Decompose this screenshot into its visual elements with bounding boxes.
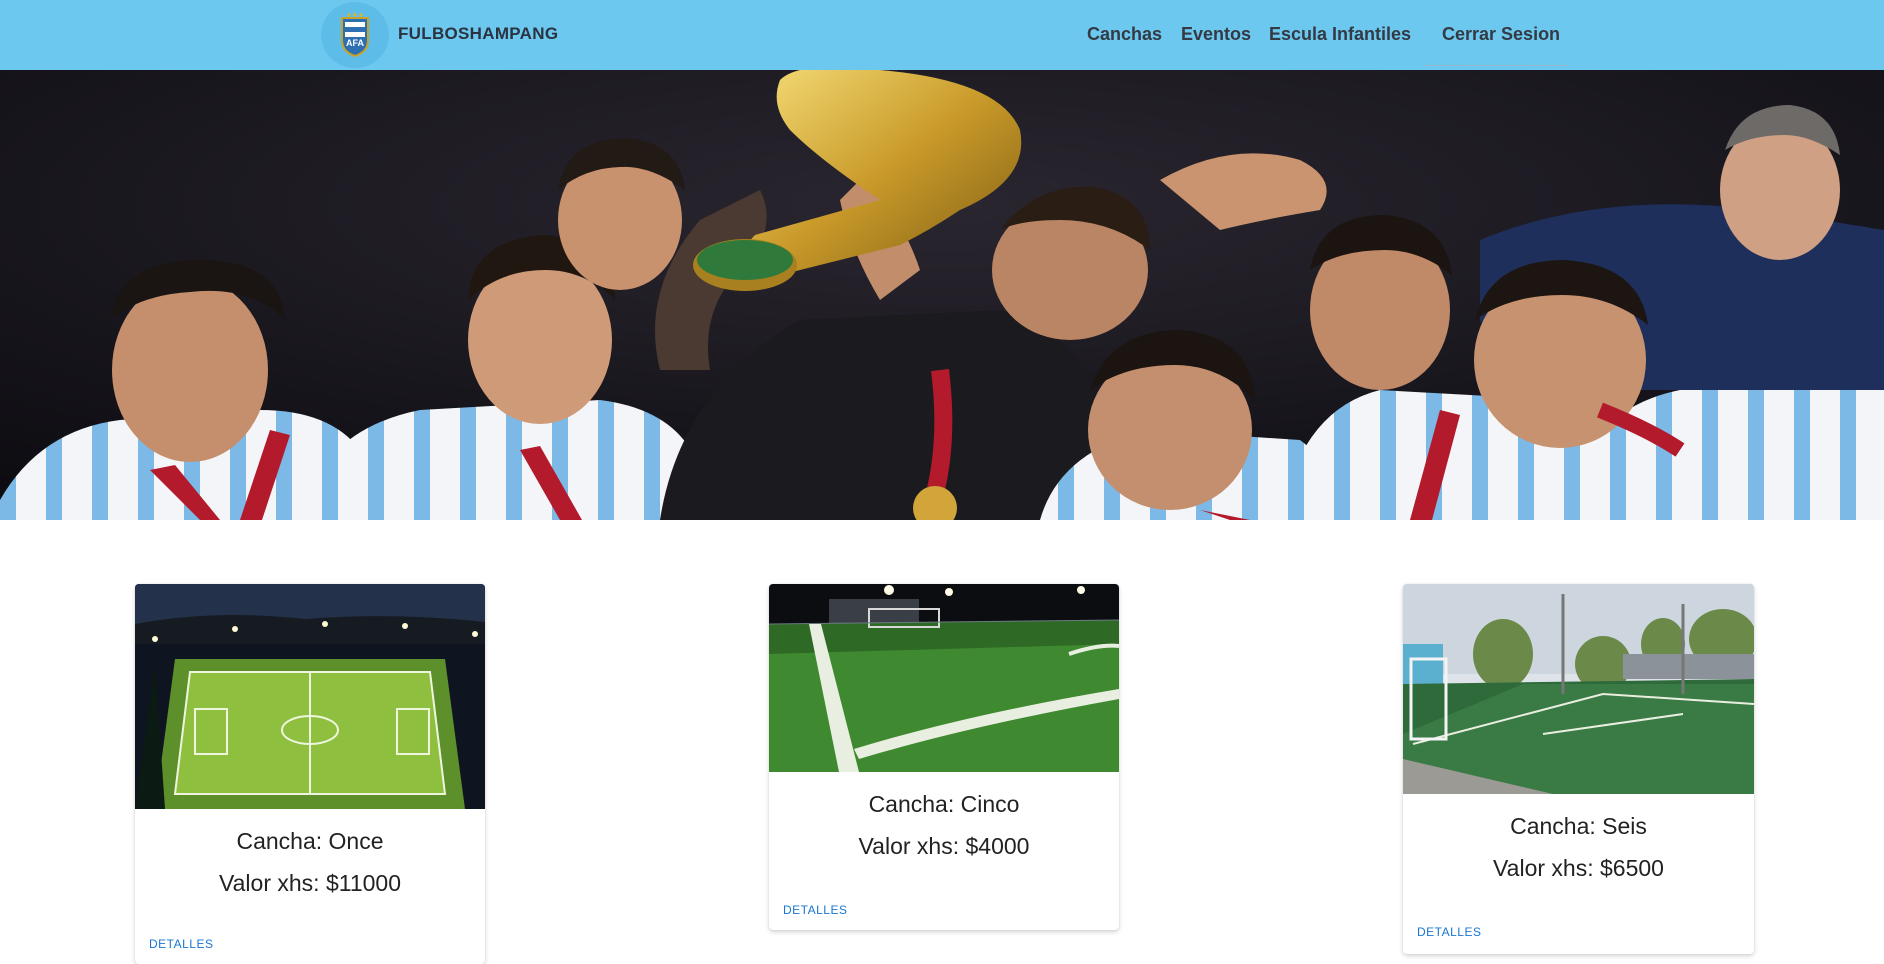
- field-image-once: [135, 584, 485, 809]
- field-name: Cancha: Seis: [1510, 813, 1647, 839]
- field-card-cinco: Cancha: Cinco Valor xhs: $4000 DETALLES: [769, 584, 1119, 930]
- navbar: AFA FULBOSHAMPANG Canchas Eventos Escula…: [0, 0, 1884, 70]
- field-card-seis: Cancha: Seis Valor xhs: $6500 DETALLES: [1403, 584, 1754, 954]
- field-name: Cancha: Once: [236, 828, 384, 854]
- logout-tab[interactable]: Cerrar Sesion: [1425, 12, 1569, 66]
- field-image-seis: [1403, 584, 1754, 794]
- details-button[interactable]: DETALLES: [149, 937, 213, 951]
- field-price: Valor xhs: $6500: [1493, 855, 1664, 881]
- field-card-once: Cancha: Once Valor xhs: $11000 DETALLES: [135, 584, 485, 964]
- logout-link[interactable]: Cerrar Sesion: [1442, 24, 1560, 45]
- brand-name[interactable]: FULBOSHAMPANG: [398, 24, 558, 44]
- afa-crest-icon[interactable]: AFA: [321, 2, 389, 68]
- hero-image: [0, 70, 1884, 520]
- nav-canchas[interactable]: Canchas: [1087, 24, 1162, 45]
- nav-eventos[interactable]: Eventos: [1181, 24, 1251, 45]
- svg-text:AFA: AFA: [346, 38, 365, 48]
- details-button[interactable]: DETALLES: [783, 903, 847, 917]
- field-price: Valor xhs: $11000: [219, 870, 401, 896]
- field-price: Valor xhs: $4000: [858, 833, 1030, 859]
- hero-banner: [0, 70, 1884, 520]
- field-name: Cancha: Cinco: [868, 791, 1020, 817]
- field-image-cinco: [769, 584, 1119, 772]
- details-button[interactable]: DETALLES: [1417, 925, 1481, 939]
- nav-escuela-infantiles[interactable]: Escula Infantiles: [1269, 24, 1411, 45]
